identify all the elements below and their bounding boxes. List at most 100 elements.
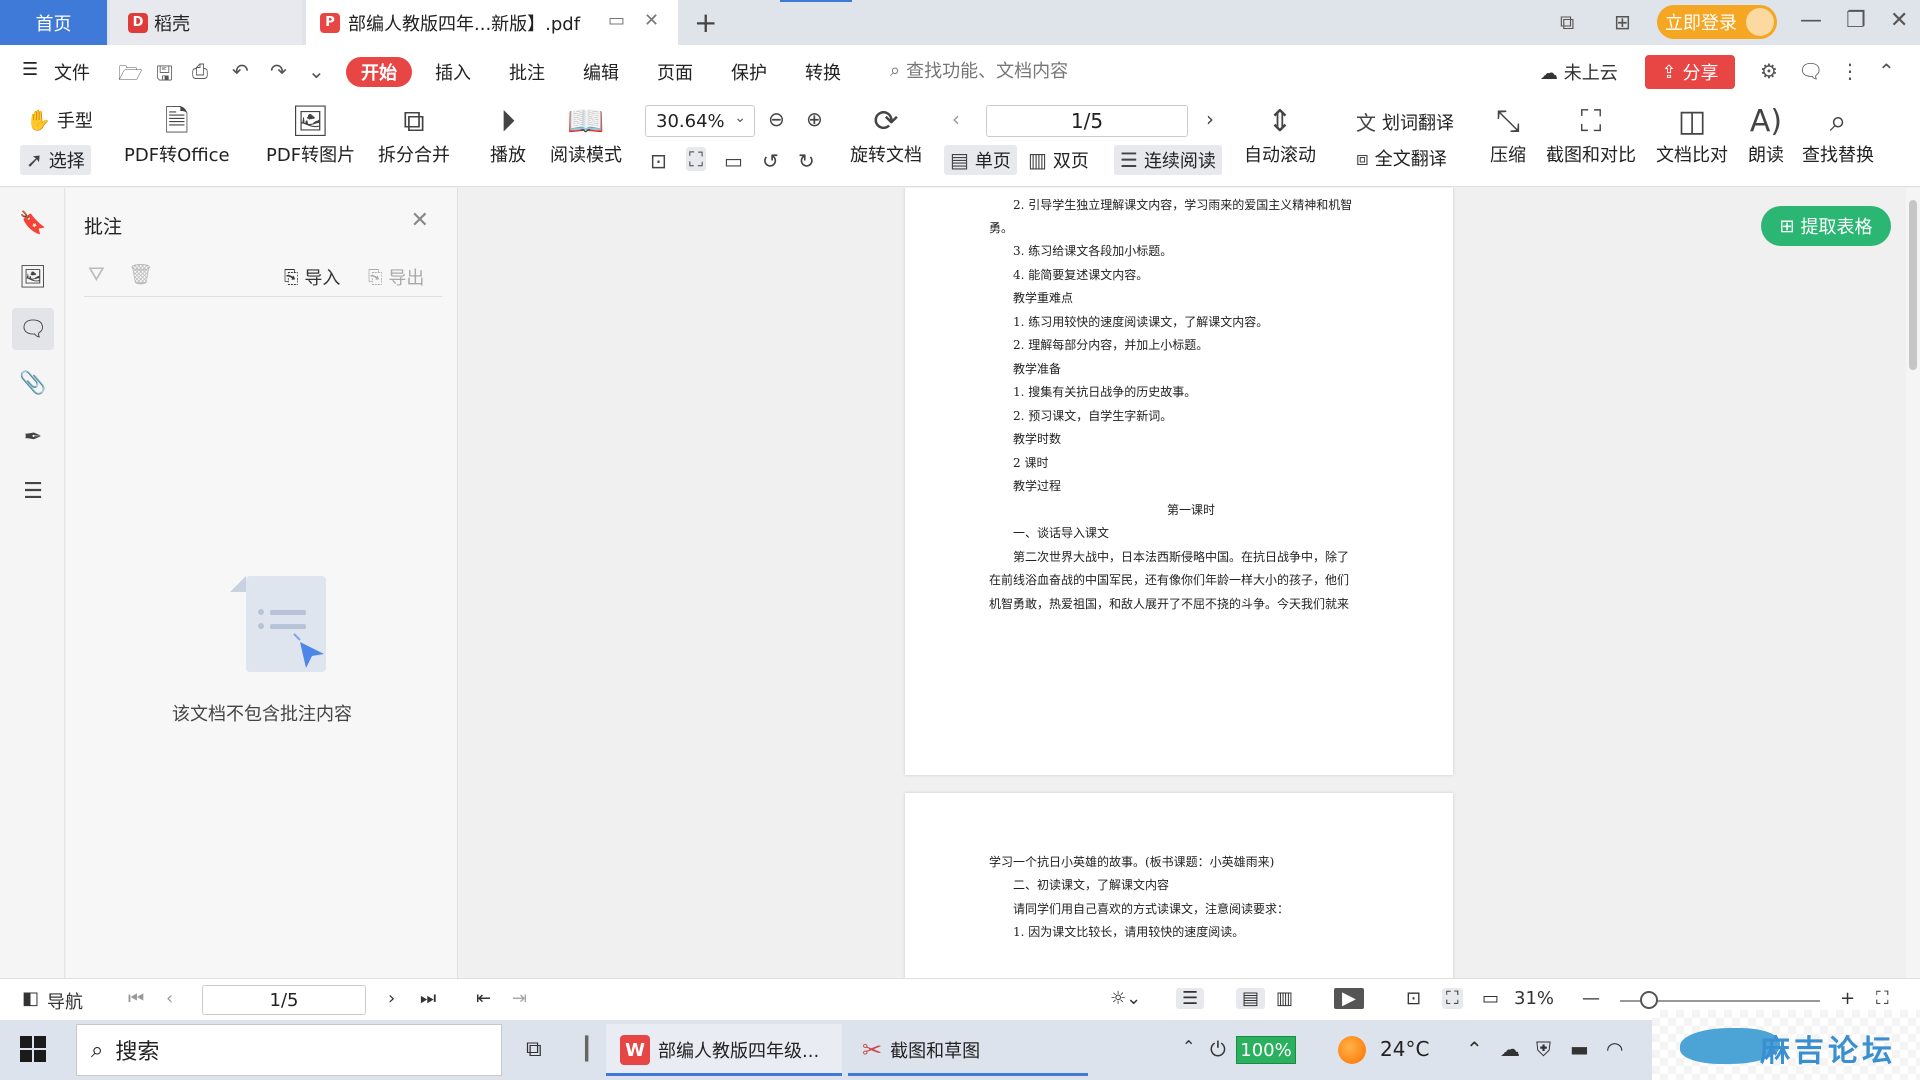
pdf-to-image-button[interactable]: 🖼 PDF转图片: [266, 103, 355, 167]
export-button[interactable]: ⎘ 导出: [368, 264, 424, 290]
hand-tool-button[interactable]: ✋ 手型: [26, 107, 93, 133]
tab-daoke[interactable]: D 稻壳: [110, 0, 302, 45]
single-page-button[interactable]: ▤ 单页: [944, 145, 1017, 175]
attachment-icon[interactable]: 📎: [12, 362, 54, 404]
zoom-input[interactable]: 30.64% ⌄: [645, 105, 755, 137]
continuous-status-icon[interactable]: ☰: [1176, 988, 1205, 1009]
login-button[interactable]: 立即登录: [1657, 5, 1777, 39]
tab-home[interactable]: 首页: [0, 0, 107, 45]
tab-pdf-document[interactable]: P 部编人教版四年...新版】.pdf ▭ ✕: [306, 0, 678, 45]
word-translate-button[interactable]: 文 划词翻译: [1356, 107, 1454, 136]
read-aloud-button[interactable]: A) 朗读: [1748, 103, 1784, 167]
menu-protect[interactable]: 保护: [731, 59, 767, 85]
menu-insert[interactable]: 插入: [435, 59, 471, 85]
redo-icon[interactable]: ↷: [270, 59, 287, 83]
auto-scroll-button[interactable]: ⇕ 自动滚动: [1244, 103, 1316, 167]
show-hidden-icons-icon[interactable]: ⌃: [1466, 1037, 1483, 1061]
rotate-right-icon[interactable]: ↻: [798, 149, 815, 173]
find-replace-button[interactable]: ⌕ 查找替换: [1802, 103, 1874, 167]
rotate-document-button[interactable]: ⟳ 旋转文档: [850, 103, 922, 167]
zoom-in-icon[interactable]: ⊕: [806, 107, 823, 131]
collapse-ribbon-icon[interactable]: ⌃: [1878, 59, 1895, 83]
prev-page-icon[interactable]: ‹: [952, 107, 960, 131]
eye-protection-icon[interactable]: ☼⌄: [1110, 988, 1141, 1009]
zoom-percent[interactable]: 31%: [1514, 988, 1554, 1009]
function-search[interactable]: ⌕ 查找功能、文档内容: [890, 57, 1068, 83]
settings-icon[interactable]: ⚙: [1760, 59, 1778, 83]
screenshot-compare-button[interactable]: ⛶ 截图和对比: [1546, 103, 1636, 167]
taskbar-search[interactable]: ⌕ 搜索: [76, 1024, 502, 1076]
status-page-input[interactable]: 1/5: [202, 985, 366, 1015]
document-viewer[interactable]: 2. 引导学生独立理解课文内容，学习雨来的爱国主义精神和机智 勇。 3. 练习给课文…: [459, 188, 1920, 978]
save-icon[interactable]: 🖫: [156, 59, 173, 93]
apps-grid-icon[interactable]: ⊞: [1614, 10, 1631, 34]
double-page-button[interactable]: ▥ 双页: [1028, 145, 1089, 175]
zoom-out-icon[interactable]: ⊖: [768, 107, 785, 131]
menu-edit[interactable]: 编辑: [583, 59, 619, 85]
split-merge-button[interactable]: ⧉ 拆分合并: [378, 103, 450, 167]
scrollbar-thumb[interactable]: [1909, 200, 1917, 370]
last-page-icon[interactable]: ⏭: [420, 988, 436, 1009]
actual-size-status-icon[interactable]: ⊡: [1406, 988, 1421, 1009]
battery-indicator[interactable]: 100%: [1236, 1036, 1296, 1064]
tray-scroll-icon[interactable]: ⌃: [1182, 1037, 1195, 1056]
fit-width-icon[interactable]: ▭: [724, 149, 743, 173]
play-status-icon[interactable]: ▶: [1334, 988, 1364, 1009]
extract-table-button[interactable]: ⊞ 提取表格: [1761, 206, 1891, 246]
fullscreen-icon[interactable]: ⛶: [1876, 988, 1889, 1009]
pin-tab-icon[interactable]: ▭: [608, 10, 625, 31]
battery-tray-icon[interactable]: ▬: [1570, 1037, 1589, 1061]
more-icon[interactable]: ⋮: [1840, 59, 1860, 83]
close-tab-icon[interactable]: ✕: [644, 10, 659, 31]
prev-page-status-icon[interactable]: ‹: [166, 988, 173, 1009]
first-page-icon[interactable]: ⏮: [128, 988, 144, 1009]
actual-size-icon[interactable]: ⊡: [650, 149, 667, 173]
close-window-icon[interactable]: ✕: [1890, 8, 1908, 33]
continuous-read-button[interactable]: ☰ 连续阅读: [1114, 145, 1222, 175]
cloud-status[interactable]: ☁ 未上云: [1540, 59, 1618, 85]
annotation-icon[interactable]: 🗨: [12, 308, 54, 350]
layers-icon[interactable]: ☰: [12, 470, 54, 512]
fit-page-status-icon[interactable]: ⛶: [1442, 988, 1463, 1009]
filter-icon[interactable]: ⛛: [88, 262, 105, 286]
cloud-tray-icon[interactable]: ☁: [1500, 1037, 1520, 1061]
rotate-left-icon[interactable]: ↺: [762, 149, 779, 173]
weather-temperature[interactable]: 24°C: [1380, 1037, 1429, 1061]
vertical-scrollbar[interactable]: [1906, 188, 1920, 978]
more-quick-icon[interactable]: ⌄: [308, 59, 325, 83]
double-page-status-icon[interactable]: ▥: [1276, 988, 1293, 1009]
weather-sun-icon[interactable]: [1338, 1036, 1366, 1064]
next-page-icon[interactable]: ›: [1206, 107, 1214, 131]
minimize-icon[interactable]: —: [1800, 8, 1822, 33]
bookmark-icon[interactable]: 🔖: [12, 202, 54, 244]
undo-icon[interactable]: ↶: [232, 59, 249, 83]
navigation-toggle[interactable]: ◧ 导航: [22, 988, 83, 1014]
page-number-input[interactable]: 1/5: [986, 105, 1188, 137]
menu-file[interactable]: 文件: [54, 59, 90, 85]
import-button[interactable]: ⎘ 导入: [284, 264, 340, 290]
trash-icon[interactable]: 🗑: [128, 262, 153, 286]
new-tab-button[interactable]: +: [694, 6, 717, 39]
menu-start[interactable]: 开始: [346, 57, 412, 87]
zoom-slider-knob[interactable]: [1640, 991, 1658, 1009]
signature-icon[interactable]: ✒: [12, 416, 54, 458]
comment-icon[interactable]: 🗨: [1798, 59, 1823, 83]
next-page-status-icon[interactable]: ›: [388, 988, 395, 1009]
print-icon[interactable]: ⎙: [192, 59, 208, 83]
menu-annotate[interactable]: 批注: [509, 59, 545, 85]
thumbnail-icon[interactable]: 🖼: [12, 256, 54, 298]
hamburger-icon[interactable]: ☰: [22, 59, 38, 80]
open-folder-icon[interactable]: 🗁: [118, 59, 143, 93]
layout-icon[interactable]: ⧉: [1560, 10, 1574, 34]
full-translate-button[interactable]: ⧈ 全文翻译: [1356, 145, 1447, 171]
read-mode-button[interactable]: 📖 阅读模式: [550, 103, 622, 167]
fit-page-icon[interactable]: ⛶: [686, 147, 706, 171]
task-view-icon[interactable]: ⧉: [526, 1037, 542, 1062]
close-panel-icon[interactable]: ✕: [411, 208, 429, 233]
wifi-icon[interactable]: ◠: [1606, 1037, 1623, 1061]
share-button[interactable]: ⇪ 分享: [1645, 55, 1735, 89]
pdf-to-office-button[interactable]: 🗎 PDF转Office: [124, 103, 230, 167]
zoom-in-status-icon[interactable]: +: [1840, 988, 1855, 1009]
select-tool-button[interactable]: ➚ 选择: [20, 145, 91, 175]
windows-start-icon[interactable]: [20, 1036, 46, 1062]
